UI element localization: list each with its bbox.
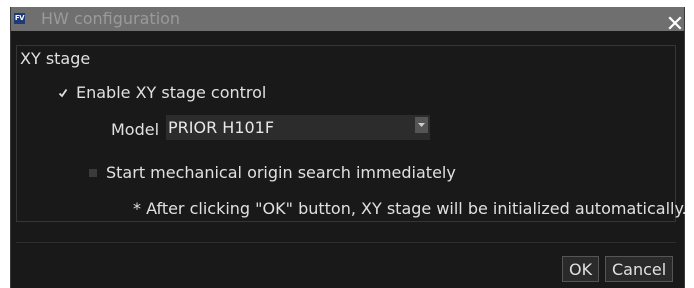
model-select[interactable]: PRIOR H101F xyxy=(166,115,430,140)
cancel-button[interactable]: Cancel xyxy=(605,256,673,282)
group-title: XY stage xyxy=(20,49,91,68)
origin-search-label: Start mechanical origin search immediate… xyxy=(106,163,456,182)
divider xyxy=(16,242,676,243)
enable-xy-stage-label: Enable XY stage control xyxy=(76,83,267,102)
model-label: Model xyxy=(111,120,160,139)
close-icon[interactable] xyxy=(668,15,682,30)
ok-button[interactable]: OK xyxy=(562,256,599,282)
origin-search-checkbox[interactable] xyxy=(88,168,98,178)
origin-search-row[interactable]: Start mechanical origin search immediate… xyxy=(88,162,456,184)
enable-xy-stage-row[interactable]: Enable XY stage control xyxy=(58,82,266,104)
model-select-value: PRIOR H101F xyxy=(168,118,275,137)
window-title: HW configuration xyxy=(41,9,181,28)
enable-xy-stage-checkbox[interactable] xyxy=(58,88,68,98)
initialization-note: * After clicking "OK" button, XY stage w… xyxy=(133,199,687,218)
chevron-down-icon[interactable] xyxy=(415,117,428,133)
app-icon: FV xyxy=(14,13,25,24)
title-bar[interactable]: FV HW configuration xyxy=(11,7,684,31)
